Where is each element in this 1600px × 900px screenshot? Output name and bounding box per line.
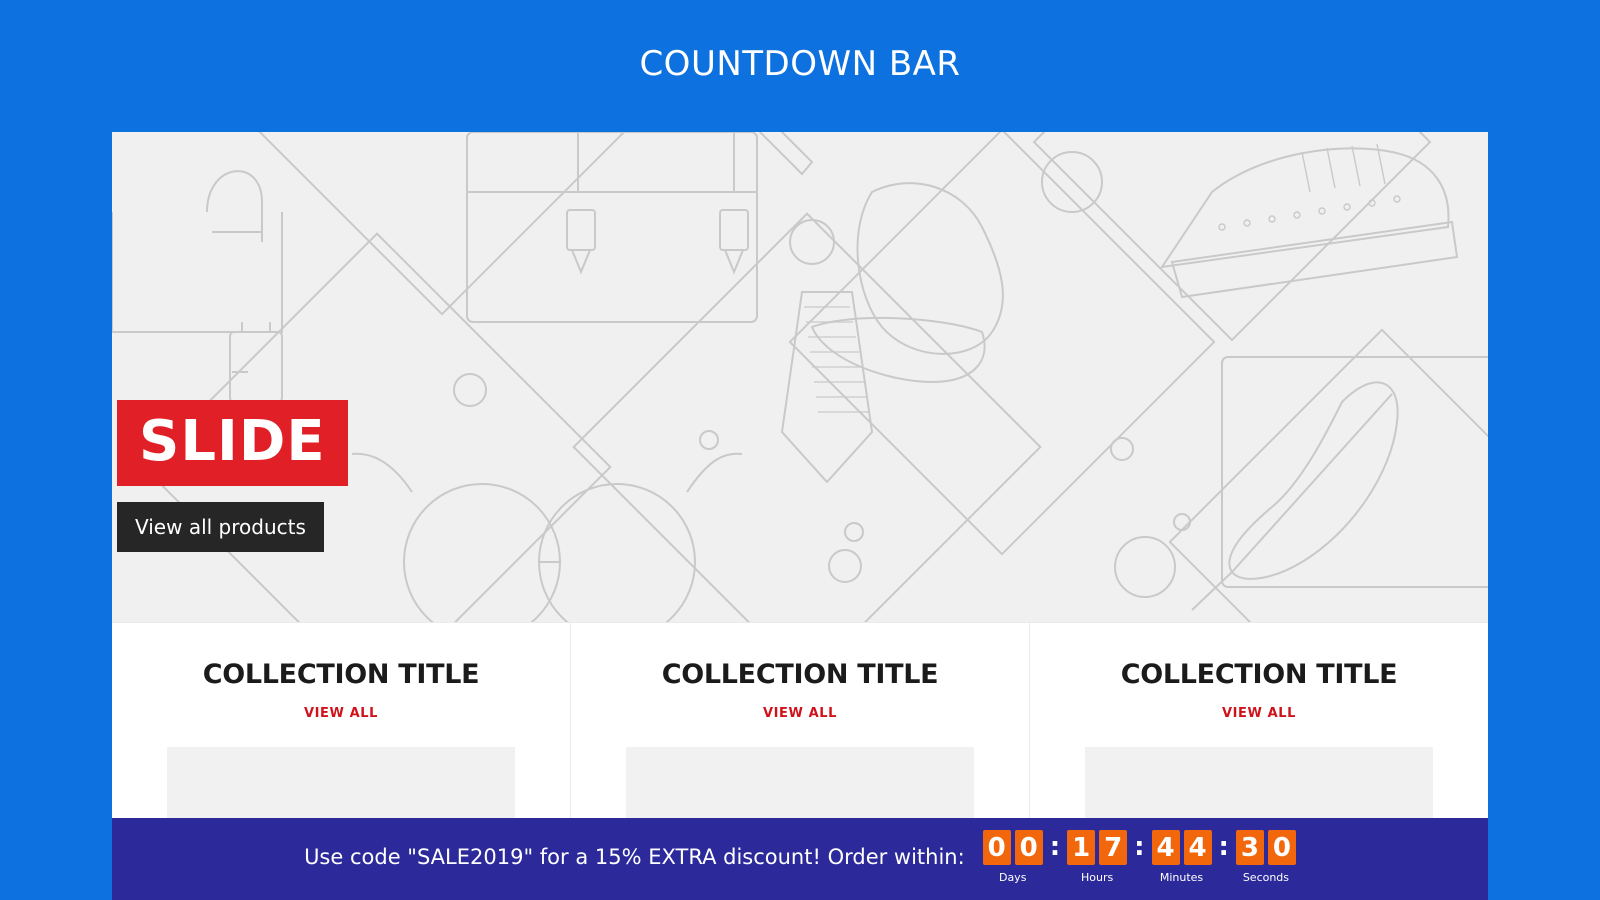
countdown-days-digits: 0 0 — [982, 830, 1043, 865]
slide-badge: SLIDE — [117, 400, 348, 486]
collection-view-all-link[interactable]: VIEW ALL — [591, 706, 1009, 721]
collection-view-all-link[interactable]: VIEW ALL — [132, 706, 550, 721]
countdown-minutes-digit-1: 4 — [1151, 830, 1180, 865]
countdown-message: Use code "SALE2019" for a 15% EXTRA disc… — [304, 845, 965, 869]
countdown-minutes-digits: 4 4 — [1151, 830, 1212, 865]
store-preview: SLIDE View all products COLLECTION TITLE… — [112, 132, 1488, 900]
page-root: COUNTDOWN BAR SLIDE View all products CO… — [0, 0, 1600, 900]
countdown-seconds-digit-1: 3 — [1235, 830, 1264, 865]
countdown-hours-digit-1: 1 — [1067, 830, 1096, 865]
countdown-separator-1: : — [1049, 832, 1061, 862]
collection-title: COLLECTION TITLE — [661, 659, 939, 690]
hero-banner[interactable]: SLIDE View all products — [112, 132, 1488, 622]
countdown-separator-3: : — [1218, 832, 1229, 862]
countdown-unit-minutes: 4 4 Minutes — [1151, 830, 1212, 884]
page-title: COUNTDOWN BAR — [639, 44, 961, 84]
countdown-hours-digits: 1 7 — [1067, 830, 1128, 865]
collection-title: COLLECTION TITLE — [1120, 659, 1398, 690]
countdown-minutes-digit-2: 4 — [1183, 830, 1212, 865]
countdown-seconds-digits: 3 0 — [1235, 830, 1296, 865]
countdown-seconds-digit-2: 0 — [1267, 830, 1296, 865]
countdown-separator-2: : — [1134, 832, 1145, 862]
countdown-minutes-label: Minutes — [1159, 871, 1204, 884]
countdown-timer: 0 0 Days : 1 7 Hours : 4 4 Minutes: 3 0… — [982, 830, 1296, 884]
countdown-days-digit-2: 0 — [1014, 830, 1043, 865]
countdown-unit-hours: 1 7 Hours — [1067, 830, 1128, 884]
countdown-unit-seconds: 3 0 Seconds — [1235, 830, 1296, 884]
collection-title: COLLECTION TITLE — [202, 659, 480, 690]
countdown-bar[interactable]: Use code "SALE2019" for a 15% EXTRA disc… — [112, 818, 1488, 900]
countdown-unit-days: 0 0 Days — [982, 830, 1043, 884]
countdown-seconds-label: Seconds — [1242, 871, 1290, 884]
view-all-products-button[interactable]: View all products — [117, 502, 324, 552]
countdown-hours-digit-2: 7 — [1099, 830, 1128, 865]
countdown-days-digit-1: 0 — [982, 830, 1011, 865]
countdown-days-label: Days — [998, 871, 1027, 884]
countdown-hours-label: Hours — [1080, 871, 1114, 884]
collection-view-all-link[interactable]: VIEW ALL — [1050, 706, 1468, 721]
